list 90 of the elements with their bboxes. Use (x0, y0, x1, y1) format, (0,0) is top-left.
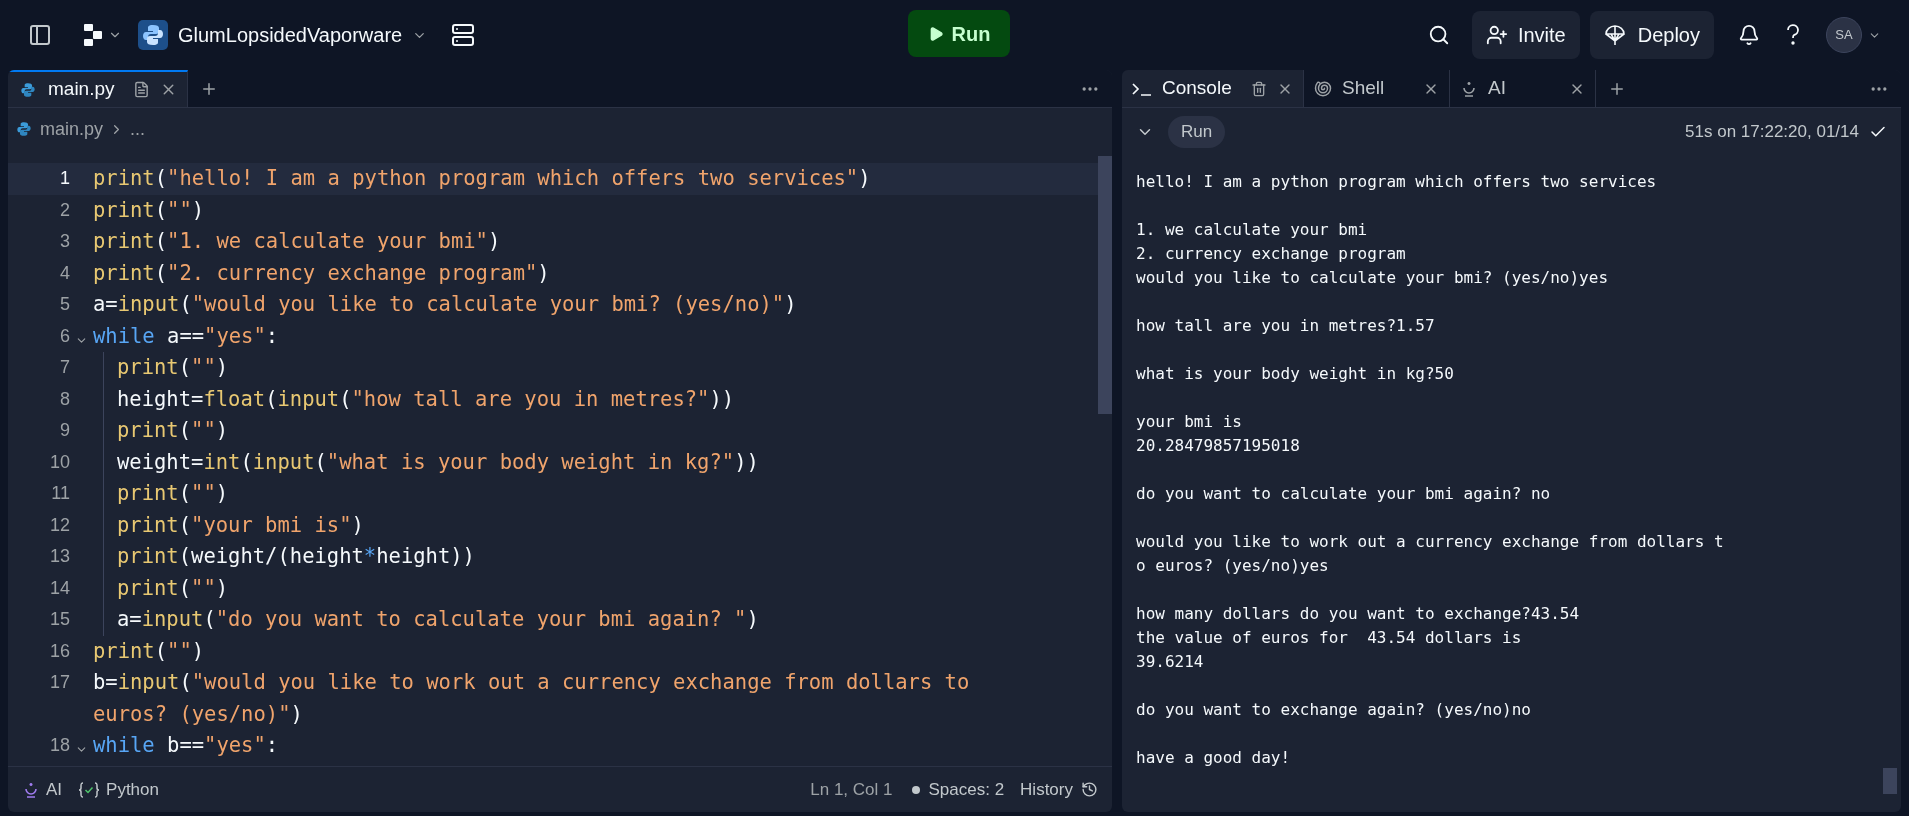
console-line: do you want to calculate your bmi again? no (1136, 483, 1551, 505)
console-line: 20.28479857195018 (1136, 435, 1300, 457)
run-status-chip: Run (1168, 116, 1226, 148)
sidebar-toggle-icon[interactable] (28, 23, 52, 47)
code-line: height=float(input("how tall are you in metres?")) (117, 385, 735, 413)
help-icon[interactable] (1786, 24, 1800, 46)
line-number: 13 (48, 545, 70, 568)
line-number: 2 (59, 198, 70, 222)
code-line: print("2. currency exchange program") (93, 259, 550, 287)
blocks-logo-icon (84, 24, 104, 46)
scrollbar-thumb[interactable] (1883, 768, 1897, 794)
line-number: 1 (59, 167, 70, 190)
console-line: have a good day! (1136, 747, 1291, 769)
parachute-icon (1603, 24, 1626, 46)
invite-button[interactable]: Invite (1471, 11, 1580, 59)
server-icon[interactable] (451, 23, 476, 47)
line-number: 18 (48, 734, 70, 757)
line-number: 11 (50, 482, 70, 505)
line-number: 15 (48, 608, 70, 631)
code-line: while b=="yes": (93, 732, 279, 759)
scrollbar-thumb[interactable] (1098, 156, 1112, 414)
seashell-icon (1314, 79, 1332, 98)
search-icon[interactable] (1427, 24, 1450, 46)
run-info: 51s on 17:22:20, 01/14 (1685, 121, 1859, 144)
line-number: 10 (48, 450, 70, 474)
bell-icon[interactable] (1738, 24, 1760, 46)
history-button[interactable]: History (1020, 776, 1098, 803)
code-line: a=input("would you like to calculate your bmi? (yes/no)") (93, 291, 797, 318)
console-line: what is your body weight in kg?50 (1136, 363, 1454, 385)
code-line: print("") (93, 196, 205, 224)
console-line: how many dollars do you want to exchange?43.54 (1136, 603, 1580, 625)
user-plus-icon (1485, 24, 1508, 46)
code-line: weight=int(input("what is your body weight in kg?")) (117, 448, 759, 476)
account-menu[interactable]: SA (1826, 17, 1881, 53)
braces-check-icon (78, 781, 101, 798)
project-switcher[interactable]: GlumLopsidedVaporware (138, 20, 428, 50)
line-number: 5 (59, 293, 70, 316)
line-number: 16 (48, 639, 70, 663)
trash-icon[interactable] (1251, 80, 1267, 97)
console-line: do you want to exchange again? (yes/no)no (1136, 699, 1531, 721)
code-line: a=input("do you want to calculate your bmi again? ") (117, 606, 759, 633)
console-line: o euros? (yes/no)yes (1136, 555, 1329, 577)
terminal-prompt-icon (1132, 81, 1152, 96)
panel-tab[interactable]: AI (1450, 70, 1596, 107)
apps-menu[interactable] (84, 24, 122, 46)
breadcrumb-item[interactable]: ... (130, 115, 146, 143)
history-icon (1081, 781, 1098, 798)
python-logo-icon (138, 20, 168, 50)
line-number: 12 (48, 513, 70, 537)
console-line: 1. we calculate your bmi (1136, 219, 1368, 241)
document-icon[interactable] (133, 81, 150, 98)
code-line: print("") (117, 574, 229, 602)
console-line: how tall are you in metres?1.57 (1136, 315, 1435, 337)
code-line: while a=="yes": (93, 322, 279, 350)
avatar: SA (1826, 17, 1862, 53)
line-number: 6 (59, 324, 70, 348)
ai-button[interactable]: AI (22, 776, 63, 803)
python-logo-icon (14, 119, 34, 139)
code-line: print("hello! I am a python program which offers two services") (93, 165, 871, 192)
console-line: would you like to work out a currency exchange from dollars t (1136, 531, 1724, 553)
console-line: would you like to calculate your bmi? (yes/no)yes (1136, 267, 1608, 289)
console-line: hello! I am a python program which offers two services (1136, 171, 1657, 193)
line-number: 8 (59, 387, 70, 411)
run-button[interactable]: Run (908, 10, 1010, 57)
console-line: the value of euros for 43.54 dollars is (1136, 627, 1522, 649)
line-number: 9 (59, 419, 70, 442)
code-line: print("") (117, 417, 229, 444)
file-tab[interactable]: main.py (8, 70, 188, 107)
code-line: print("") (93, 637, 205, 665)
code-line: print("your bmi is") (117, 511, 364, 539)
code-line: b=input("would you like to work out a currency exchange from dollars to euros? (yes/no)") (93, 669, 971, 728)
panel-tab[interactable]: Shell (1304, 70, 1450, 107)
code-line: print(weight/(height*height)) (117, 543, 475, 570)
deploy-button[interactable]: Deploy (1589, 11, 1714, 59)
breadcrumb-item[interactable]: main.py (40, 115, 104, 143)
line-number: 17 (48, 671, 70, 694)
line-number: 14 (48, 576, 70, 600)
line-number: 4 (59, 261, 70, 285)
line-number: 3 (59, 230, 70, 253)
code-line: print("1. we calculate your bmi") (93, 228, 501, 255)
code-line: print("") (117, 354, 229, 381)
cursor-position[interactable]: Ln 1, Col 1 (810, 776, 893, 803)
console-line: 39.6214 (1136, 651, 1204, 673)
language-indicator[interactable]: Python (78, 776, 159, 803)
console-line: your bmi is (1136, 411, 1242, 433)
panel-tab[interactable]: Console (1122, 70, 1304, 107)
code-line: print("") (117, 480, 229, 507)
console-line: 2. currency exchange program (1136, 243, 1406, 265)
indentation-setting[interactable]: Spaces: 2 (928, 776, 1005, 803)
line-number: 7 (59, 356, 70, 379)
